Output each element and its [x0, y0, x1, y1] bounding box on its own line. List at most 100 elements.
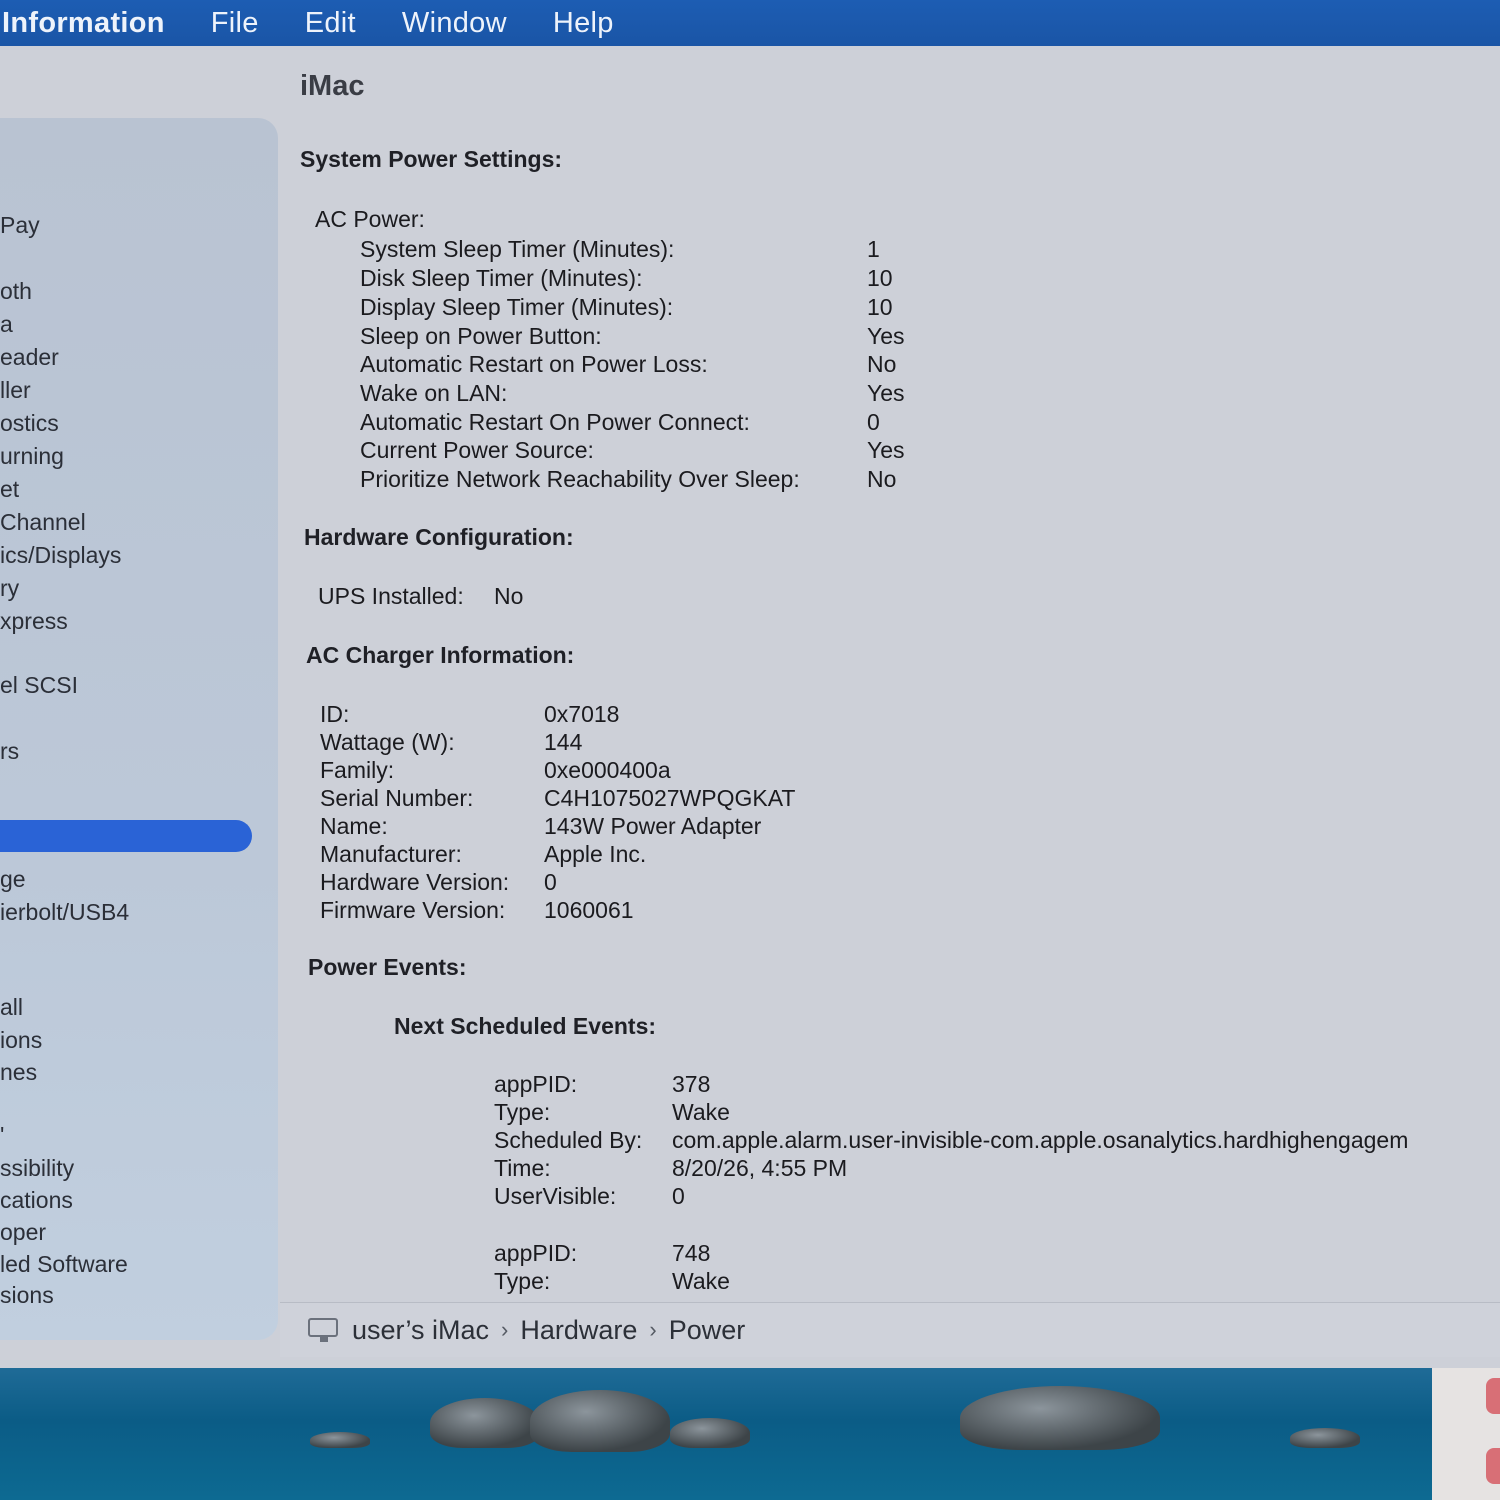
- setting-value: Yes: [867, 323, 905, 349]
- app-icon: [1486, 1448, 1500, 1484]
- detail-pane[interactable]: iMac System Power Settings: AC Power: Sy…: [280, 46, 1500, 1296]
- menu-edit[interactable]: Edit: [305, 7, 356, 40]
- subheading-next-scheduled-events: Next Scheduled Events:: [394, 1013, 657, 1039]
- menu-bar: Information File Edit Window Help: [0, 0, 1500, 46]
- sidebar-item[interactable]: oper: [0, 1219, 46, 1246]
- setting-key: Disk Sleep Timer (Minutes):: [360, 265, 643, 291]
- sidebar-item[interactable]: ierbolt/USB4: [0, 899, 129, 926]
- sidebar-item[interactable]: ics/Displays: [0, 542, 121, 569]
- charger-key: Family:: [320, 757, 395, 783]
- charger-value: 1060061: [544, 897, 634, 923]
- setting-key: Wake on LAN:: [360, 380, 508, 406]
- sidebar-item[interactable]: Channel: [0, 509, 86, 536]
- adjacent-window-edge: [1432, 1368, 1500, 1500]
- sidebar-item[interactable]: el SCSI: [0, 672, 78, 699]
- sidebar-item[interactable]: ry: [0, 575, 19, 602]
- setting-value: Yes: [867, 437, 905, 463]
- sidebar-item[interactable]: Pay: [0, 212, 40, 239]
- menu-help[interactable]: Help: [553, 7, 614, 40]
- wallpaper-rock: [670, 1418, 750, 1448]
- chevron-right-icon: ›: [501, 1317, 509, 1342]
- event-value: 748: [672, 1240, 711, 1266]
- charger-key: Firmware Version:: [320, 897, 506, 923]
- sidebar-item[interactable]: ': [0, 1122, 4, 1149]
- setting-key: Automatic Restart on Power Loss:: [360, 351, 708, 377]
- sidebar-item[interactable]: led Software: [0, 1251, 128, 1278]
- sidebar-item[interactable]: eader: [0, 344, 59, 371]
- event-key: Scheduled By:: [494, 1127, 643, 1153]
- sidebar-item[interactable]: rs: [0, 738, 19, 765]
- event-value: Wake: [672, 1268, 730, 1294]
- setting-key: Display Sleep Timer (Minutes):: [360, 294, 674, 320]
- wallpaper-rock: [1290, 1428, 1360, 1448]
- event-value: 378: [672, 1071, 711, 1097]
- sidebar-item[interactable]: et: [0, 476, 19, 503]
- ups-value: No: [494, 583, 524, 609]
- setting-value: Yes: [867, 380, 905, 406]
- sidebar-item[interactable]: cations: [0, 1187, 73, 1214]
- sidebar-item[interactable]: ge: [0, 866, 26, 893]
- setting-key: Automatic Restart On Power Connect:: [360, 409, 750, 435]
- setting-key: Prioritize Network Reachability Over Sle…: [360, 466, 800, 492]
- setting-value: No: [867, 466, 897, 492]
- breadcrumb-computer[interactable]: user’s iMac: [352, 1315, 489, 1346]
- charger-value: 0x7018: [544, 701, 620, 727]
- desktop-wallpaper: [0, 1368, 1432, 1500]
- charger-value: C4H1075027WPQGKAT: [544, 785, 796, 811]
- setting-value: 10: [867, 294, 893, 320]
- breadcrumb-power[interactable]: Power: [669, 1315, 746, 1346]
- breadcrumb-hardware[interactable]: Hardware: [520, 1315, 637, 1346]
- setting-key: Current Power Source:: [360, 437, 594, 463]
- sidebar-item[interactable]: ions: [0, 1027, 42, 1054]
- charger-key: Serial Number:: [320, 785, 474, 811]
- charger-key: Name:: [320, 813, 388, 839]
- event-key: Time:: [494, 1155, 551, 1181]
- sidebar-item[interactable]: urning: [0, 443, 64, 470]
- wallpaper-rock: [960, 1386, 1160, 1450]
- section-heading-power-events: Power Events:: [308, 954, 467, 980]
- event-key: Type:: [494, 1268, 551, 1294]
- imac-icon: [308, 1318, 340, 1342]
- charger-key: Manufacturer:: [320, 841, 462, 867]
- charger-value: 144: [544, 729, 583, 755]
- sidebar: Pay oth a eader ller ostics urning et Ch…: [0, 118, 278, 1340]
- event-key: appPID:: [494, 1071, 578, 1097]
- sidebar-item[interactable]: oth: [0, 278, 32, 305]
- page-title: iMac: [300, 70, 365, 102]
- event-key: Type:: [494, 1099, 551, 1125]
- charger-key: Hardware Version:: [320, 869, 510, 895]
- sidebar-item[interactable]: ller: [0, 377, 31, 404]
- setting-key: System Sleep Timer (Minutes):: [360, 236, 675, 262]
- sidebar-item[interactable]: xpress: [0, 608, 68, 635]
- path-bar: user’s iMac › Hardware › Power: [280, 1302, 1500, 1357]
- menu-app-name[interactable]: Information: [2, 7, 165, 40]
- section-heading-ac-charger: AC Charger Information:: [306, 642, 575, 668]
- wallpaper-rock: [310, 1432, 370, 1448]
- event-value: Wake: [672, 1099, 730, 1125]
- menu-window[interactable]: Window: [402, 7, 507, 40]
- charger-value: Apple Inc.: [544, 841, 647, 867]
- sidebar-selected-item-power[interactable]: [0, 820, 252, 852]
- chevron-right-icon: ›: [649, 1317, 657, 1342]
- menu-file[interactable]: File: [211, 7, 259, 40]
- sidebar-item[interactable]: ostics: [0, 410, 59, 437]
- section-heading-hardware-config: Hardware Configuration:: [304, 524, 574, 550]
- sidebar-item[interactable]: ssibility: [0, 1155, 74, 1182]
- sidebar-item[interactable]: nes: [0, 1059, 37, 1086]
- ac-power-label: AC Power:: [315, 206, 425, 232]
- section-heading-system-power: System Power Settings:: [300, 146, 563, 172]
- event-key: appPID:: [494, 1240, 578, 1266]
- charger-key: Wattage (W):: [320, 729, 455, 755]
- sidebar-item[interactable]: all: [0, 994, 23, 1021]
- setting-value: 0: [867, 409, 880, 435]
- charger-value: 143W Power Adapter: [544, 813, 762, 839]
- sidebar-item[interactable]: sions: [0, 1282, 54, 1309]
- charger-value: 0: [544, 869, 557, 895]
- setting-value: 10: [867, 265, 893, 291]
- sidebar-item[interactable]: a: [0, 311, 13, 338]
- setting-value: 1: [867, 236, 880, 262]
- app-icon: [1486, 1378, 1500, 1414]
- event-key: UserVisible:: [494, 1183, 617, 1209]
- setting-value: No: [867, 351, 897, 377]
- setting-key: Sleep on Power Button:: [360, 323, 602, 349]
